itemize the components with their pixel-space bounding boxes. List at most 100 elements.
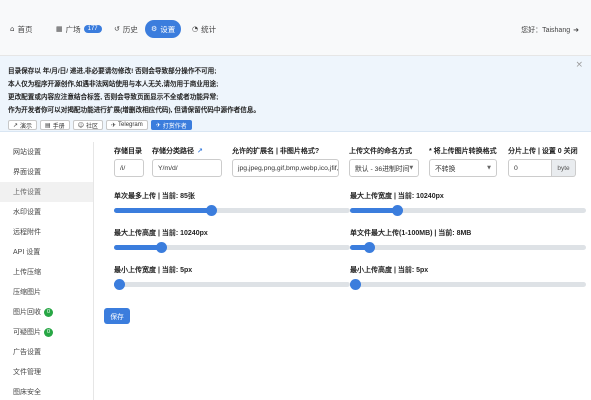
recycle-count-badge: 0 xyxy=(44,307,54,317)
notice-line: 更改配置或内容应注意结合标签, 否则会导致页面显示不全或者功能异常; xyxy=(8,94,219,101)
book-icon: ▤ xyxy=(45,121,51,129)
sidebar-item-api[interactable]: API 设置 xyxy=(0,242,93,262)
square-count-badge: 177 xyxy=(83,25,102,33)
sidebar-item-label: 远程附件 xyxy=(13,229,41,236)
nav-history-label: 历史 xyxy=(122,24,138,34)
user-greeting: 您好：Taishang xyxy=(521,27,571,34)
convert-select[interactable]: 不转换 ▼ xyxy=(429,159,497,177)
storage-path-input[interactable]: Y/m/d/ xyxy=(152,159,222,177)
community-link[interactable]: ☺ 社区 xyxy=(72,120,104,130)
notice-line: 本人仅为程序开源创作,如遇非法网站使用与本人无关,请勿用于商业用途; xyxy=(8,81,219,88)
sidebar-item-label: 压缩图片 xyxy=(13,289,41,296)
sidebar-item-label: API 设置 xyxy=(13,249,41,256)
extensions-label: 允许的扩展名 | 非图片格式? xyxy=(232,148,320,155)
notice-line: 目录保存以 年/月/日/ 递进,非必要请勿修改! 否则会导致部分操作不可用; xyxy=(8,68,217,75)
slider-handle[interactable] xyxy=(156,242,168,253)
nav-square-label: 广场 xyxy=(65,24,81,34)
sidebar-item-ads[interactable]: 广告设置 xyxy=(0,342,93,362)
history-icon: ↺ xyxy=(114,25,120,33)
grid-icon: ▦ xyxy=(56,25,63,33)
slider-handle[interactable] xyxy=(349,279,361,290)
telegram-link-label: Telegram xyxy=(118,122,143,128)
sidebar-item-ui[interactable]: 界面设置 xyxy=(0,162,93,182)
manual-link[interactable]: ▤ 手册 xyxy=(40,120,70,130)
sidebar-item-security[interactable]: 图床安全 xyxy=(0,382,93,400)
upload-settings-form: 存储目录 /i/ 存储分类路径 ↗ Y/m/d/ 允许的扩展名 | 非图片格式? … xyxy=(104,142,586,400)
slider-handle[interactable] xyxy=(392,205,404,216)
nav-home[interactable]: ⌂ 首页 xyxy=(4,20,38,38)
community-link-label: 社区 xyxy=(86,123,99,130)
close-icon[interactable]: × xyxy=(575,60,583,70)
slider-track[interactable] xyxy=(350,205,586,216)
convert-label: * 将上传图片转换格式 xyxy=(429,148,497,155)
sidebar-item-label: 上传设置 xyxy=(13,189,41,196)
nav-history[interactable]: ↺ 历史 xyxy=(108,20,144,38)
chunk-input[interactable]: 0 xyxy=(508,159,552,177)
slider-track[interactable] xyxy=(349,279,586,290)
slider-track[interactable] xyxy=(114,205,350,216)
naming-select-value: 默认 - 36进制时间 xyxy=(355,166,410,173)
chunk-unit: byte xyxy=(552,159,576,177)
nav-stats[interactable]: ◔ 统计 xyxy=(186,20,222,38)
sidebar-item-recycle[interactable]: 图片回收 0 xyxy=(0,302,93,322)
naming-label: 上传文件的命名方式 xyxy=(349,148,412,155)
convert-field: * 将上传图片转换格式 不转换 ▼ xyxy=(429,146,497,177)
min-height-slider: 最小上传高度 | 当前: 5px xyxy=(349,265,586,290)
telegram-link[interactable]: ✈ Telegram xyxy=(106,120,148,130)
slider-handle[interactable] xyxy=(113,279,125,290)
slider-track[interactable] xyxy=(114,242,350,253)
min-height-label: 最小上传高度 | 当前: 5px xyxy=(350,267,429,274)
sidebar-item-label: 网站设置 xyxy=(13,149,41,156)
top-navbar: ⌂ 首页 ▦ 广场 177 ↺ 历史 ⚙ 设置 ◔ 统计 您好：Taishang… xyxy=(0,0,591,56)
min-width-label: 最小上传宽度 | 当前: 5px xyxy=(114,267,193,274)
nav-home-label: 首页 xyxy=(17,24,33,34)
sidebar-item-files[interactable]: 文件管理 xyxy=(0,362,93,382)
nav-settings-label: 设置 xyxy=(160,24,176,34)
home-icon: ⌂ xyxy=(10,25,15,33)
logout-icon[interactable]: ➜ xyxy=(573,26,579,34)
max-count-label: 单次最多上传 | 当前: 85张 xyxy=(114,193,195,200)
external-link-icon[interactable]: ↗ xyxy=(197,147,203,155)
sidebar-item-upload-compress[interactable]: 上传压缩 xyxy=(0,262,93,282)
sidebar-item-site[interactable]: 网站设置 xyxy=(0,142,93,162)
max-filesize-slider: 单文件最大上传(1-100MB) | 当前: 8MB xyxy=(350,228,586,253)
max-height-label: 最大上传高度 | 当前: 10240px xyxy=(114,230,208,237)
slider-handle[interactable] xyxy=(363,242,375,253)
chunk-field: 分片上传 | 设置 0 关闭 0 byte xyxy=(508,146,578,177)
demo-link-label: 演示 xyxy=(20,123,33,130)
slider-handle[interactable] xyxy=(205,205,217,216)
sidebar-item-watermark[interactable]: 水印设置 xyxy=(0,202,93,222)
telegram-icon: ✈ xyxy=(111,121,117,129)
notice-links: ↗ 演示 ▤ 手册 ☺ 社区 ✈ Telegram ✈ 打赏作者 xyxy=(8,120,583,130)
sidebar-item-upload[interactable]: 上传设置 xyxy=(0,182,93,202)
user-menu[interactable]: 您好：Taishang ➜ xyxy=(521,25,579,35)
demo-link[interactable]: ↗ 演示 xyxy=(8,120,38,130)
naming-select[interactable]: 默认 - 36进制时间 ▼ xyxy=(349,159,419,177)
donate-button[interactable]: ✈ 打赏作者 xyxy=(150,120,192,130)
sidebar-item-label: 水印设置 xyxy=(13,209,41,216)
nav-stats-label: 统计 xyxy=(201,24,217,34)
storage-dir-label: 存储目录 xyxy=(114,148,142,155)
gear-icon: ⚙ xyxy=(151,25,158,33)
sidebar-item-label: 文件管理 xyxy=(13,369,41,376)
sidebar-item-label: 图床安全 xyxy=(13,389,41,396)
sidebar-item-remote[interactable]: 远程附件 xyxy=(0,222,93,242)
pie-chart-icon: ◔ xyxy=(192,25,199,33)
slider-track[interactable] xyxy=(350,242,586,253)
storage-dir-input[interactable]: /i/ xyxy=(114,159,144,177)
settings-sidebar: 网站设置 界面设置 上传设置 水印设置 远程附件 API 设置 上传压缩 压缩图… xyxy=(0,142,94,400)
slider-fill xyxy=(114,208,211,213)
extensions-input[interactable]: jpg,jpeg,png,gif,bmp,webp,ico,jfif, xyxy=(232,159,339,177)
community-icon: ☺ xyxy=(77,121,84,129)
max-filesize-label: 单文件最大上传(1-100MB) | 当前: 8MB xyxy=(350,230,472,237)
save-button[interactable]: 保存 xyxy=(104,308,130,324)
sidebar-item-label: 图片回收 xyxy=(13,309,41,316)
chevron-down-icon: ▼ xyxy=(487,165,491,171)
nav-square[interactable]: ▦ 广场 177 xyxy=(50,20,108,38)
sidebar-item-suspicious[interactable]: 可疑图片 0 xyxy=(0,322,93,342)
storage-path-label: 存储分类路径 ↗ xyxy=(152,146,222,156)
sidebar-item-compress-images[interactable]: 压缩图片 xyxy=(0,282,93,302)
nav-settings[interactable]: ⚙ 设置 xyxy=(145,20,182,38)
slider-track[interactable] xyxy=(113,279,350,290)
naming-field: 上传文件的命名方式 默认 - 36进制时间 ▼ xyxy=(349,146,419,177)
